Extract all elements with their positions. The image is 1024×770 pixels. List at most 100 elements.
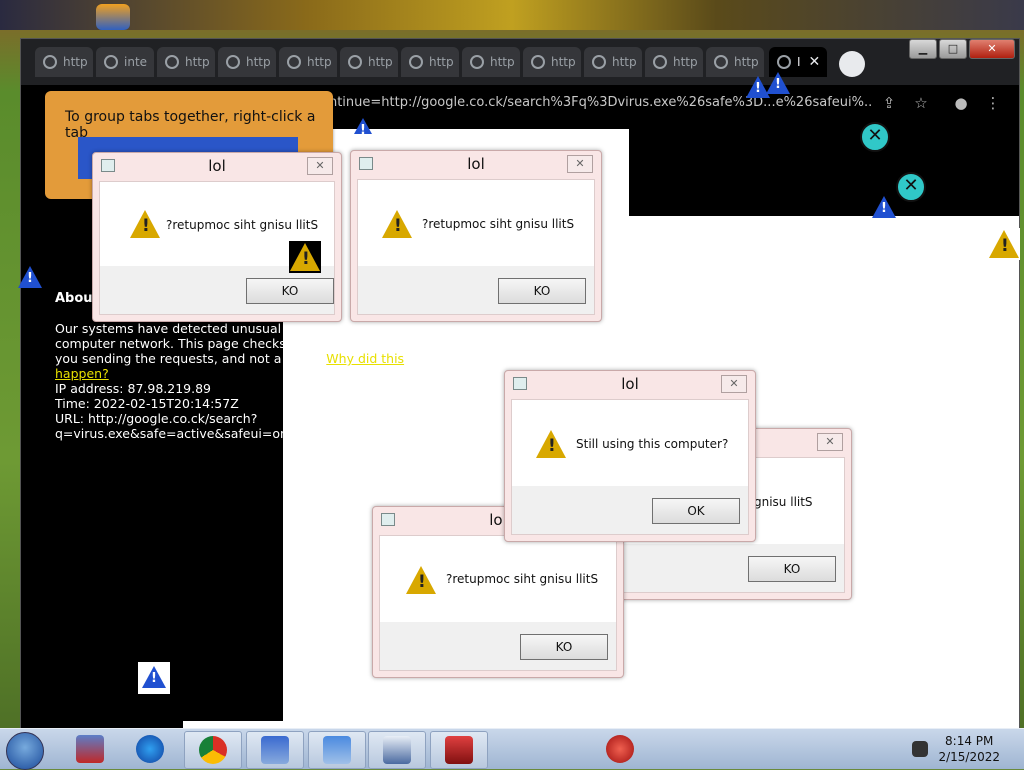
taskbar-explorer[interactable] <box>62 731 118 767</box>
search-url: URL: http://google.co.ck/search?q=virus.… <box>55 411 288 441</box>
google-favicon-icon <box>348 55 362 69</box>
google-favicon-icon <box>226 55 240 69</box>
share-icon[interactable]: ⇪ <box>879 93 899 113</box>
network-icon[interactable] <box>908 731 934 767</box>
maximize-button[interactable]: □ <box>939 39 967 59</box>
google-favicon-icon <box>714 55 728 69</box>
window-controls: ▁ □ ✕ <box>909 39 1015 59</box>
dialog-title: lol <box>467 155 485 173</box>
dialog-close-button[interactable]: ✕ <box>307 157 333 175</box>
dialog-ok-button[interactable]: KO <box>498 278 586 304</box>
dialog-message: Still using this computer? <box>576 437 729 451</box>
warning-icon <box>18 266 42 288</box>
warning-icon <box>406 566 436 594</box>
dialog-message: ?retupmoc siht gnisu llitS <box>446 572 599 586</box>
taskbar-app[interactable] <box>308 731 366 769</box>
dialog-footer: KO <box>608 544 844 592</box>
tab-1[interactable]: http <box>35 47 93 77</box>
menu-kebab-icon[interactable]: ⋮ <box>983 93 1003 113</box>
bookmark-star-icon[interactable]: ☆ <box>911 93 931 113</box>
dialog-close-button[interactable]: ✕ <box>567 155 593 173</box>
control-panel-icon <box>323 736 351 764</box>
tab-10[interactable]: http <box>584 47 642 77</box>
tab-6[interactable]: http <box>340 47 398 77</box>
google-favicon-icon <box>165 55 179 69</box>
dialog-close-button[interactable]: ✕ <box>721 375 747 393</box>
tab-11[interactable]: http <box>645 47 703 77</box>
tab-8[interactable]: http <box>462 47 520 77</box>
dialog-ok-button[interactable]: KO <box>246 278 334 304</box>
google-favicon-icon <box>287 55 301 69</box>
tab-label: http <box>490 55 515 69</box>
window-icon <box>359 157 373 170</box>
tab-12[interactable]: http <box>706 47 764 77</box>
warning-icon <box>290 243 320 271</box>
tab-label: http <box>612 55 637 69</box>
system-clock[interactable]: 8:14 PM 2/15/2022 <box>938 733 1000 765</box>
error-icon: ✕ <box>896 172 926 202</box>
tab-label: inte <box>124 55 148 69</box>
monitor-icon <box>261 736 289 764</box>
dialog-body: ?retupmoc siht gnisu llitS KO <box>379 535 617 671</box>
dialog-ok-button[interactable]: KO <box>748 556 836 582</box>
desktop-icon[interactable] <box>96 4 130 30</box>
unusual-traffic-text: Our systems have detected unusual traffi… <box>55 321 425 381</box>
wallpaper-strip <box>0 0 1024 30</box>
warning-icon <box>988 228 1020 260</box>
taskbar: 8:14 PM 2/15/2022 <box>0 728 1024 770</box>
message-dialog: lol ✕ ?retupmoc siht gnisu llitS KO <box>350 150 602 322</box>
error-icon: ✕ <box>860 122 890 152</box>
tab-5[interactable]: http <box>279 47 337 77</box>
tab-label: http <box>673 55 698 69</box>
tab-9[interactable]: http <box>523 47 581 77</box>
tab-label: http <box>246 55 271 69</box>
profile-avatar-icon[interactable]: ● <box>951 93 971 113</box>
tab-4[interactable]: http <box>218 47 276 77</box>
warning-icon <box>130 210 160 238</box>
taskbar-firefox[interactable] <box>122 731 178 767</box>
taskbar-error[interactable] <box>592 731 648 767</box>
window-icon <box>381 513 395 526</box>
tab-3[interactable]: http <box>157 47 215 77</box>
google-favicon-icon <box>777 55 791 69</box>
google-favicon-icon <box>104 55 118 69</box>
taskbar-app[interactable] <box>246 731 304 769</box>
taskbar-app[interactable] <box>430 731 488 769</box>
network-icon <box>912 741 928 757</box>
dialog-ok-button[interactable]: KO <box>520 634 608 660</box>
tab-label: http <box>185 55 210 69</box>
google-favicon-icon <box>592 55 606 69</box>
timestamp: Time: 2022-02-15T20:14:57Z <box>55 396 239 411</box>
taskbar-app[interactable] <box>368 731 426 769</box>
clock-date: 2/15/2022 <box>938 750 1000 764</box>
tab-close-icon[interactable]: ✕ <box>809 54 821 70</box>
error-icon <box>606 735 634 763</box>
google-favicon-icon <box>409 55 423 69</box>
taskbar-chrome[interactable] <box>184 731 242 769</box>
dialog-message: gnisu llitS <box>754 495 813 509</box>
dialog-body: ?retupmoc siht gnisu llitS KO <box>357 179 595 315</box>
dialog-ok-button[interactable]: OK <box>652 498 740 524</box>
firefox-icon <box>136 735 164 763</box>
warning-icon <box>289 241 321 273</box>
minimize-button[interactable]: ▁ <box>909 39 937 59</box>
close-window-button[interactable]: ✕ <box>969 39 1015 59</box>
dialog-footer: KO <box>100 266 334 314</box>
dialog-title: lol <box>208 157 226 175</box>
tab-label: http <box>734 55 759 69</box>
dialog-footer: OK <box>512 486 748 534</box>
start-button[interactable] <box>6 732 44 770</box>
dialog-close-button[interactable]: ✕ <box>817 433 843 451</box>
dialog-message: ?retupmoc siht gnisu llitS <box>422 217 575 231</box>
google-favicon-icon <box>653 55 667 69</box>
message-dialog: lol ✕ Still using this computer? OK <box>504 370 756 542</box>
tab-label: http <box>429 55 454 69</box>
warning-icon <box>872 196 896 218</box>
new-tab-button[interactable] <box>839 51 865 77</box>
tab-2[interactable]: inte <box>96 47 154 77</box>
message-dialog: lol ✕ ?retupmoc siht gnisu llitS KO <box>92 152 342 322</box>
dialog-footer: KO <box>358 266 594 314</box>
warning-icon <box>142 666 166 688</box>
tab-7[interactable]: http <box>401 47 459 77</box>
tab-label: http <box>307 55 332 69</box>
